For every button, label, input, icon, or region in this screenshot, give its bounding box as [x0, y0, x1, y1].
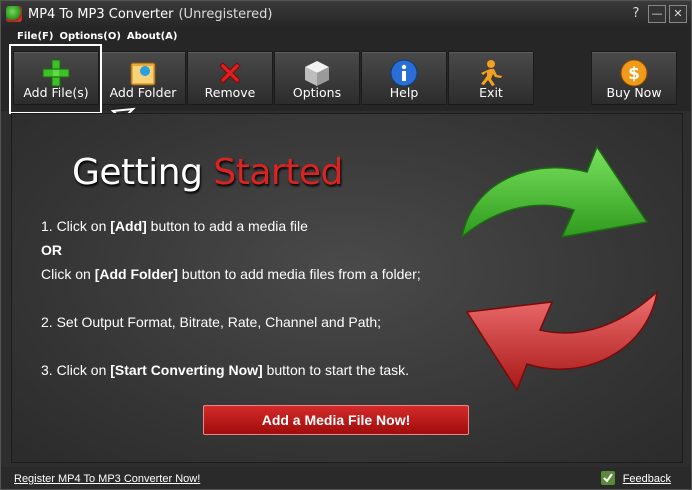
app-window: MP4 To MP3 Converter (Unregistered) ? — … [0, 0, 692, 490]
menu-about[interactable]: About(A) [127, 31, 178, 42]
menu-bar: File(F) Options(O) About(A) [1, 27, 691, 45]
exit-label: Exit [479, 85, 503, 100]
remove-button[interactable]: Remove [187, 51, 273, 105]
options-label: Options [292, 85, 342, 100]
running-man-icon [481, 60, 502, 86]
help-button[interactable]: Help [361, 51, 447, 105]
checkmark-icon [601, 471, 615, 485]
svg-text:$: $ [628, 64, 640, 84]
exit-button[interactable]: Exit [448, 51, 534, 105]
buy-now-label: Buy Now [606, 85, 662, 100]
dollar-coin-icon: $ [620, 59, 648, 87]
heading-word-2: Started [213, 152, 343, 193]
x-icon [219, 62, 241, 84]
app-logo-icon [6, 6, 22, 22]
add-folder-label: Add Folder [109, 85, 177, 100]
getting-started-panel: Getting Started 1. Click on [Add] button… [11, 113, 683, 463]
help-icon[interactable]: ? [627, 5, 645, 23]
or-separator: OR [41, 242, 62, 258]
add-media-file-button[interactable]: Add a Media File Now! [203, 405, 469, 435]
window-controls: ? — ✕ [627, 5, 687, 23]
buy-now-button[interactable]: $ Buy Now [591, 51, 677, 105]
menu-options[interactable]: Options(O) [59, 31, 120, 42]
cube-icon [305, 61, 329, 86]
close-button[interactable]: ✕ [669, 5, 687, 23]
feedback-link[interactable]: Feedback [623, 473, 671, 485]
getting-started-heading: Getting Started [72, 152, 343, 193]
register-link[interactable]: Register MP4 To MP3 Converter Now! [14, 473, 200, 485]
help-label: Help [389, 85, 419, 100]
options-button[interactable]: Options [274, 51, 360, 105]
add-folder-button[interactable]: Add Folder [100, 51, 186, 105]
step-2: 2. Set Output Format, Bitrate, Rate, Cha… [41, 314, 382, 330]
toolbar: Add File(s) Add Folder Remove Options He… [1, 45, 691, 111]
convert-arrows-icon [460, 145, 659, 392]
folder-music-icon [130, 62, 156, 86]
title-bar: MP4 To MP3 Converter (Unregistered) ? — … [1, 1, 691, 27]
remove-label: Remove [204, 85, 256, 100]
step-1b: Click on [Add Folder] button to add medi… [41, 266, 421, 282]
registration-status: (Unregistered) [178, 6, 273, 22]
minimize-button[interactable]: — [648, 5, 666, 23]
window-title: MP4 To MP3 Converter [28, 6, 174, 22]
add-files-highlight-box [9, 44, 102, 114]
step-3: 3. Click on [Start Converting Now] butto… [41, 362, 410, 378]
menu-file[interactable]: File(F) [17, 31, 53, 42]
info-icon [390, 59, 418, 87]
status-bar: Register MP4 To MP3 Converter Now! Feedb… [1, 467, 691, 489]
heading-word-1: Getting [72, 152, 203, 193]
step-1: 1. Click on [Add] button to add a media … [41, 218, 308, 234]
